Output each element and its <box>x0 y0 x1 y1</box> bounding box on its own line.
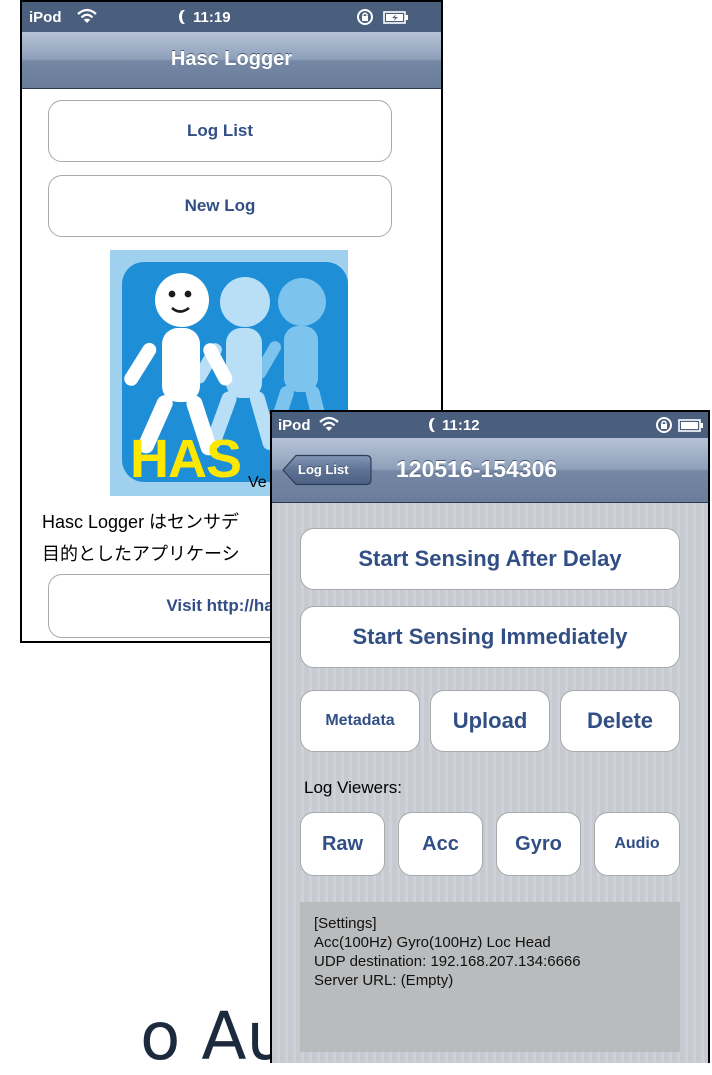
version-label: Ve <box>248 474 267 491</box>
screen-log-detail: iPod 11:12 Log List 120516-154306 Start … <box>270 410 710 1063</box>
nav-bar: Log List 120516-154306 <box>272 438 708 503</box>
carrier-label: iPod <box>29 9 62 26</box>
description-line-1: Hasc Logger はセンサデ <box>42 512 240 532</box>
status-bar: iPod 11:19 <box>22 2 441 32</box>
page-title: Hasc Logger <box>170 48 293 70</box>
settings-line-sensors: Acc(100Hz) Gyro(100Hz) Loc Head <box>314 934 551 951</box>
back-button-log-list[interactable]: Log List <box>282 454 372 486</box>
rotation-lock-icon <box>356 8 374 26</box>
gyro-viewer-button[interactable]: Gyro <box>496 812 581 876</box>
acc-viewer-button[interactable]: Acc <box>398 812 483 876</box>
audio-viewer-button[interactable]: Audio <box>594 812 680 876</box>
upload-button[interactable]: Upload <box>430 690 550 752</box>
delete-button[interactable]: Delete <box>560 690 680 752</box>
settings-panel: [Settings] Acc(100Hz) Gyro(100Hz) Loc He… <box>300 902 680 1052</box>
carrier-label: iPod <box>278 417 311 434</box>
log-list-button[interactable]: Log List <box>48 100 392 162</box>
status-time: 11:12 <box>442 417 480 434</box>
battery-icon <box>383 11 409 24</box>
settings-header: [Settings] <box>314 915 377 932</box>
moon-icon <box>182 10 191 24</box>
raw-viewer-button[interactable]: Raw <box>300 812 385 876</box>
settings-line-udp: UDP destination: 192.168.207.134:6666 <box>314 953 581 970</box>
rotation-lock-icon <box>655 416 673 434</box>
logo-text: HAS <box>130 429 242 482</box>
new-log-button[interactable]: New Log <box>48 175 392 237</box>
description-line-2: 目的としたアプリケーシ <box>42 544 240 564</box>
wifi-icon <box>318 415 340 433</box>
wifi-icon <box>76 7 98 25</box>
log-viewers-label: Log Viewers: <box>304 778 402 797</box>
metadata-button[interactable]: Metadata <box>300 690 420 752</box>
start-sensing-after-delay-button[interactable]: Start Sensing After Delay <box>300 528 680 590</box>
battery-icon <box>678 419 704 432</box>
nav-bar: Hasc Logger <box>22 32 441 89</box>
settings-line-server: Server URL: (Empty) <box>314 972 454 989</box>
back-button-label: Log List <box>298 462 349 477</box>
moon-icon <box>432 418 441 432</box>
start-sensing-immediately-button[interactable]: Start Sensing Immediately <box>300 606 680 668</box>
status-bar: iPod 11:12 <box>272 412 708 438</box>
status-time: 11:19 <box>193 9 231 26</box>
log-title: 120516-154306 <box>396 456 558 482</box>
